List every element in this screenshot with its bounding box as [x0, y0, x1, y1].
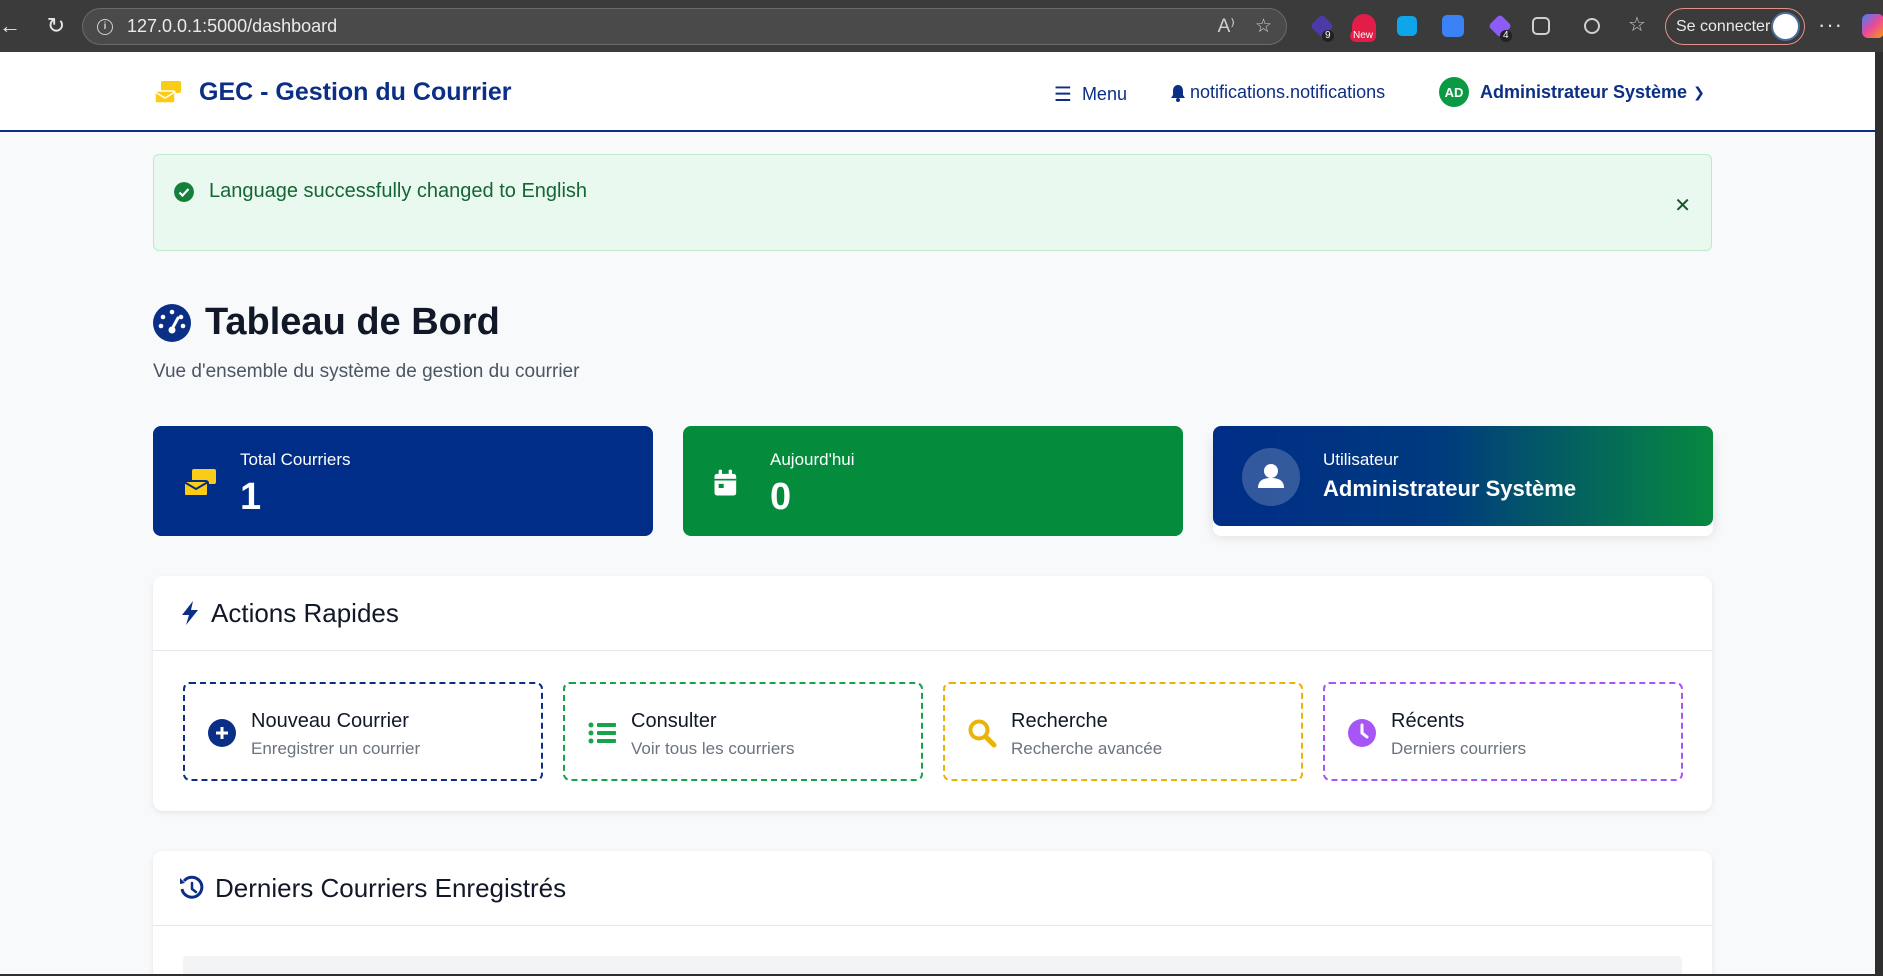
- url-text: 127.0.0.1:5000/dashboard: [127, 16, 338, 36]
- stat-card-user: Utilisateur Administrateur Système: [1213, 426, 1713, 526]
- stat-card-today: Aujourd'hui 0: [683, 426, 1183, 536]
- menu-label: Menu: [1081, 84, 1127, 104]
- media-icon[interactable]: [1584, 18, 1600, 34]
- user-icon: [1258, 464, 1284, 488]
- quick-actions-card: Actions Rapides Nouveau Courrier Enregis…: [153, 576, 1712, 811]
- extension-badge: 4: [1500, 30, 1512, 42]
- sign-in-label: Se connecter: [1676, 17, 1771, 35]
- notifications-link[interactable]: notifications.notifications: [1170, 82, 1385, 103]
- action-new-courier[interactable]: Nouveau Courrier Enregistrer un courrier: [183, 682, 543, 781]
- stat-label: Total Courriers: [240, 450, 351, 469]
- bolt-icon: [182, 601, 198, 625]
- site-info-icon[interactable]: i: [97, 18, 113, 35]
- user-dropdown[interactable]: AD Administrateur Système ❯: [1439, 77, 1705, 107]
- page-subtitle: Vue d'ensemble du système de gestion du …: [153, 361, 580, 382]
- stat-value: Administrateur Système: [1323, 476, 1577, 501]
- mail-bulk-icon: [183, 469, 216, 497]
- action-title: Récents: [1391, 710, 1465, 732]
- sign-in-button[interactable]: Se connecter: [1665, 8, 1805, 45]
- action-subtitle: Enregistrer un courrier: [251, 739, 421, 758]
- favorite-star-icon[interactable]: ☆: [1255, 15, 1272, 38]
- stat-value: 1: [240, 476, 262, 518]
- read-aloud-icon[interactable]: A⁾: [1218, 15, 1235, 38]
- card-title: Derniers Courriers Enregistrés: [215, 872, 567, 903]
- profile-avatar: [1771, 12, 1800, 41]
- address-bar[interactable]: i 127.0.0.1:5000/dashboard A⁾ ☆: [82, 8, 1287, 45]
- stat-card-total: Total Courriers 1: [153, 426, 653, 536]
- menu-button[interactable]: ☰ Menu: [1054, 82, 1127, 107]
- clock-icon: [1348, 719, 1376, 747]
- more-options-icon[interactable]: ···: [1818, 12, 1843, 38]
- back-icon[interactable]: ←: [0, 12, 21, 40]
- extensions-puzzle-icon[interactable]: [1532, 17, 1550, 35]
- hamburger-icon: ☰: [1054, 84, 1072, 106]
- brand-title: GEC - Gestion du Courrier: [199, 78, 512, 106]
- action-title: Recherche: [1011, 710, 1108, 732]
- card-title: Actions Rapides: [211, 597, 399, 628]
- recent-couriers-card: Derniers Courriers Enregistrés: [153, 851, 1712, 976]
- plus-circle-icon: [208, 719, 236, 747]
- action-consult[interactable]: Consulter Voir tous les courriers: [563, 682, 923, 781]
- extension-badge: 9: [1322, 30, 1334, 42]
- page-scrollbar[interactable]: [1875, 52, 1883, 976]
- action-subtitle: Voir tous les courriers: [631, 739, 795, 758]
- stat-value: 0: [770, 476, 792, 518]
- check-circle-icon: [174, 182, 194, 202]
- brand[interactable]: GEC - Gestion du Courrier: [153, 78, 512, 107]
- action-subtitle: Recherche avancée: [1011, 739, 1163, 758]
- action-title: Consulter: [631, 710, 717, 732]
- notifications-label: notifications.notifications: [1190, 82, 1386, 102]
- action-subtitle: Derniers courriers: [1391, 739, 1527, 758]
- page-title: Tableau de Bord: [205, 301, 500, 343]
- favorites-icon[interactable]: ☆: [1628, 12, 1652, 36]
- card-header: Derniers Courriers Enregistrés: [153, 851, 1712, 926]
- browser-toolbar: ← ↻ i 127.0.0.1:5000/dashboard A⁾ ☆ 9 Ne…: [0, 0, 1883, 52]
- list-icon: [588, 722, 616, 744]
- action-search[interactable]: Recherche Recherche avancée: [943, 682, 1303, 781]
- card-header: Actions Rapides: [153, 576, 1712, 651]
- action-recent[interactable]: Récents Derniers courriers: [1323, 682, 1683, 781]
- mail-bulk-icon: [154, 80, 181, 104]
- search-icon: [968, 719, 997, 748]
- reload-icon[interactable]: ↻: [42, 12, 70, 40]
- chevron-down-icon: ❯: [1693, 83, 1705, 100]
- quick-actions-list: Nouveau Courrier Enregistrer un courrier…: [183, 682, 1683, 781]
- user-name: Administrateur Système: [1480, 81, 1688, 102]
- calendar-icon: [714, 469, 737, 496]
- download-extension-icon[interactable]: [1397, 16, 1417, 36]
- close-icon[interactable]: ✕: [1674, 193, 1691, 218]
- bell-icon: [1171, 84, 1185, 102]
- app-navbar: GEC - Gestion du Courrier ☰ Menu notific…: [0, 52, 1875, 132]
- recent-table-header: [183, 956, 1682, 976]
- dashboard-gauge-icon: [153, 304, 191, 342]
- extension-icon[interactable]: [1442, 15, 1464, 37]
- action-title: Nouveau Courrier: [251, 710, 409, 732]
- user-avatar-circle: [1242, 448, 1300, 506]
- extension-badge: New: [1350, 30, 1377, 42]
- user-avatar: AD: [1439, 77, 1469, 107]
- copilot-icon[interactable]: [1862, 14, 1883, 38]
- stat-label: Aujourd'hui: [770, 450, 855, 469]
- alert-message: Language successfully changed to English: [209, 180, 588, 202]
- success-alert: Language successfully changed to English…: [153, 154, 1712, 251]
- stat-label: Utilisateur: [1323, 450, 1399, 469]
- history-icon: [180, 875, 204, 899]
